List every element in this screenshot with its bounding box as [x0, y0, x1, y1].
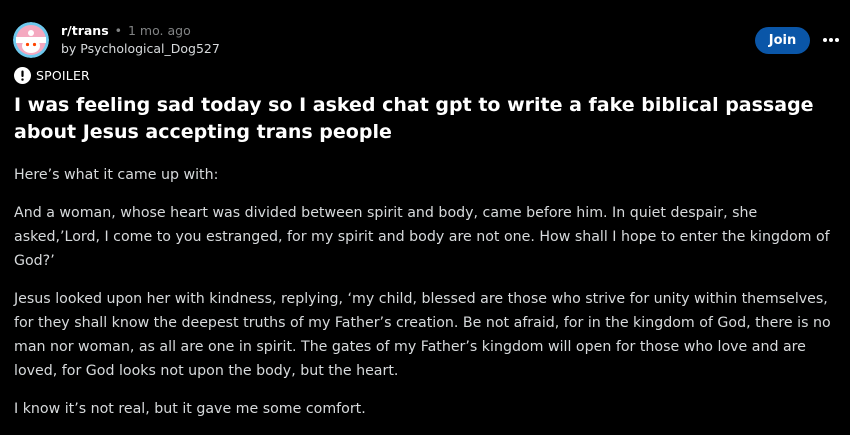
author-link[interactable]: by Psychological_Dog527 [61, 40, 220, 58]
subreddit-avatar-icon[interactable] [13, 22, 49, 58]
more-options-icon[interactable] [820, 28, 842, 52]
post-paragraph: Jesus looked upon her with kindness, rep… [14, 291, 831, 379]
join-button[interactable]: Join [755, 27, 810, 54]
spoiler-label: SPOILER [36, 67, 90, 83]
spoiler-tag: SPOILER [14, 66, 90, 84]
post-meta: r/trans • 1 mo. ago by Psychological_Dog… [61, 22, 220, 58]
meta-separator: • [114, 23, 123, 38]
post-age: 1 mo. ago [128, 23, 191, 38]
spoiler-warning-icon [14, 66, 31, 84]
post-body: Here’s what it came up with: And a woman… [14, 163, 844, 435]
post-paragraph: I know it’s not real, but it gave me som… [14, 401, 366, 417]
subreddit-link[interactable]: r/trans [61, 23, 109, 38]
post-card: r/trans • 1 mo. ago by Psychological_Dog… [0, 0, 850, 424]
post-paragraph: Here’s what it came up with: [14, 167, 219, 183]
post-paragraph: And a woman, whose heart was divided bet… [14, 205, 830, 269]
post-title[interactable]: I was feeling sad today so I asked chat … [14, 92, 838, 146]
